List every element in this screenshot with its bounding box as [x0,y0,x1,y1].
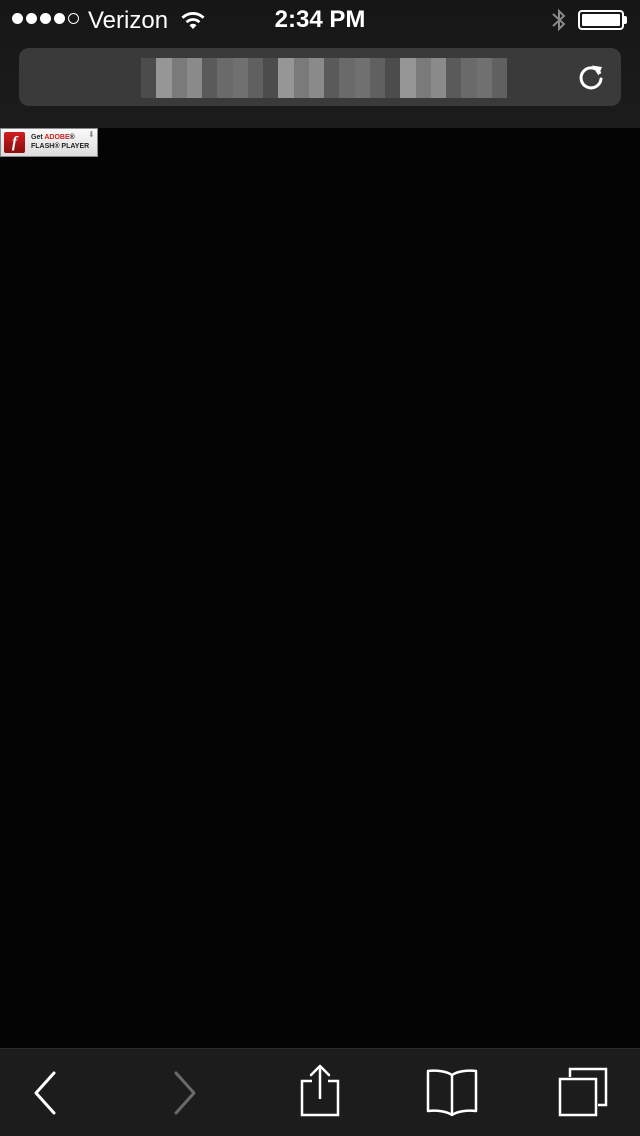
reload-icon[interactable] [575,61,607,98]
bluetooth-icon [550,7,568,38]
download-arrow-icon: ⬇ [88,130,95,139]
redacted-url-text [141,58,507,98]
get-flash-player-badge[interactable]: f Get ADOBE® FLASH® PLAYER ⬇ [0,128,98,157]
bookmarks-button[interactable] [412,1049,492,1136]
bookmarks-icon [426,1069,478,1117]
back-button[interactable] [4,1049,84,1136]
battery-tip [624,16,627,24]
battery-icon [578,10,624,30]
tabs-icon [558,1067,608,1117]
safari-screen: Verizon 2:34 PM f Get ADOBE® FLASH® PLAY… [0,0,640,1136]
back-chevron-icon [34,1071,56,1115]
battery-level-fill [582,14,620,26]
share-icon [300,1064,340,1117]
top-browser-chrome: Verizon 2:34 PM [0,0,640,128]
flash-logo-icon: f [4,132,25,153]
address-bar[interactable] [19,48,621,106]
flash-badge-line2: FLASH® PLAYER [31,143,90,150]
bottom-toolbar [0,1048,640,1136]
flash-badge-line1: Get ADOBE® [31,134,75,141]
forward-chevron-icon [174,1071,196,1115]
status-time: 2:34 PM [274,6,366,33]
forward-button[interactable] [146,1049,226,1136]
tabs-button[interactable] [544,1049,624,1136]
share-button[interactable] [280,1049,360,1136]
status-bar: Verizon 2:34 PM [0,0,640,40]
